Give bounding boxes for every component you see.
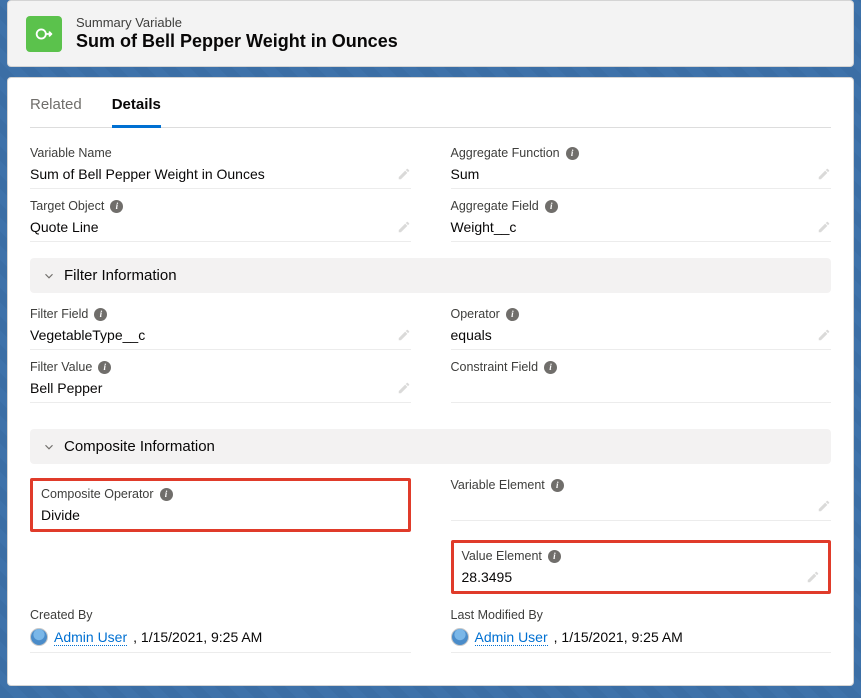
value-aggregate-field: Weight__c bbox=[451, 219, 517, 235]
record-header: Summary Variable Sum of Bell Pepper Weig… bbox=[7, 0, 854, 67]
record-type-label: Summary Variable bbox=[76, 15, 398, 30]
value-filter-value: Bell Pepper bbox=[30, 380, 102, 396]
info-icon[interactable]: i bbox=[548, 550, 561, 563]
info-icon[interactable]: i bbox=[544, 361, 557, 374]
label-constraint-field: Constraint Field bbox=[451, 360, 539, 374]
field-created-by: Created By Admin User , 1/15/2021, 9:25 A… bbox=[30, 608, 411, 653]
section-title-composite: Composite Information bbox=[64, 438, 215, 455]
pencil-icon[interactable] bbox=[397, 328, 411, 342]
pencil-icon[interactable] bbox=[397, 381, 411, 395]
pencil-icon[interactable] bbox=[817, 499, 831, 513]
avatar-icon bbox=[30, 628, 48, 646]
value-constraint-field bbox=[451, 380, 455, 396]
highlight-composite-operator: Composite Operator i Divide bbox=[30, 478, 411, 532]
field-operator: Operator i equals bbox=[451, 307, 832, 350]
label-variable-element: Variable Element bbox=[451, 478, 545, 492]
pencil-icon[interactable] bbox=[817, 328, 831, 342]
field-variable-name: Variable Name Sum of Bell Pepper Weight … bbox=[30, 146, 411, 189]
pencil-icon[interactable] bbox=[817, 167, 831, 181]
section-composite-information[interactable]: Composite Information bbox=[30, 429, 831, 464]
info-icon[interactable]: i bbox=[160, 488, 173, 501]
info-icon[interactable]: i bbox=[551, 479, 564, 492]
pencil-icon[interactable] bbox=[806, 570, 820, 584]
pencil-icon[interactable] bbox=[817, 220, 831, 234]
chevron-down-icon bbox=[42, 440, 56, 454]
pencil-icon[interactable] bbox=[397, 167, 411, 181]
info-icon[interactable]: i bbox=[566, 147, 579, 160]
label-filter-field: Filter Field bbox=[30, 307, 88, 321]
record-title: Sum of Bell Pepper Weight in Ounces bbox=[76, 31, 398, 52]
modified-by-date: , 1/15/2021, 9:25 AM bbox=[554, 629, 683, 645]
field-aggregate-field: Aggregate Field i Weight__c bbox=[451, 199, 832, 242]
tab-bar: Related Details bbox=[30, 78, 831, 128]
field-filter-field: Filter Field i VegetableType__c bbox=[30, 307, 411, 350]
value-aggregate-function: Sum bbox=[451, 166, 480, 182]
info-icon[interactable]: i bbox=[98, 361, 111, 374]
label-operator: Operator bbox=[451, 307, 500, 321]
field-value-element: Value Element i 28.3495 bbox=[462, 549, 821, 585]
value-operator: equals bbox=[451, 327, 492, 343]
created-by-date: , 1/15/2021, 9:25 AM bbox=[133, 629, 262, 645]
value-target-object: Quote Line bbox=[30, 219, 99, 235]
field-target-object: Target Object i Quote Line bbox=[30, 199, 411, 242]
label-aggregate-function: Aggregate Function bbox=[451, 146, 560, 160]
value-variable-element bbox=[451, 498, 455, 514]
info-icon[interactable]: i bbox=[94, 308, 107, 321]
field-composite-operator: Composite Operator i Divide bbox=[41, 487, 400, 523]
field-variable-element: Variable Element i bbox=[451, 478, 832, 521]
info-icon[interactable]: i bbox=[545, 200, 558, 213]
chevron-down-icon bbox=[42, 269, 56, 283]
created-by-user-link[interactable]: Admin User bbox=[54, 629, 127, 646]
label-last-modified-by: Last Modified By bbox=[451, 608, 543, 622]
field-filter-value: Filter Value i Bell Pepper bbox=[30, 360, 411, 403]
info-icon[interactable]: i bbox=[506, 308, 519, 321]
value-composite-operator: Divide bbox=[41, 507, 80, 523]
value-filter-field: VegetableType__c bbox=[30, 327, 145, 343]
label-aggregate-field: Aggregate Field bbox=[451, 199, 539, 213]
value-variable-name: Sum of Bell Pepper Weight in Ounces bbox=[30, 166, 265, 182]
label-value-element: Value Element bbox=[462, 549, 542, 563]
label-filter-value: Filter Value bbox=[30, 360, 92, 374]
tab-related[interactable]: Related bbox=[30, 96, 82, 127]
label-created-by: Created By bbox=[30, 608, 93, 622]
pencil-icon[interactable] bbox=[397, 220, 411, 234]
avatar-icon bbox=[451, 628, 469, 646]
label-composite-operator: Composite Operator bbox=[41, 487, 154, 501]
tab-details[interactable]: Details bbox=[112, 96, 161, 128]
field-constraint-field: Constraint Field i bbox=[451, 360, 832, 403]
details-card: Related Details Variable Name Sum of Bel… bbox=[7, 77, 854, 686]
field-last-modified-by: Last Modified By Admin User , 1/15/2021, … bbox=[451, 608, 832, 653]
section-filter-information[interactable]: Filter Information bbox=[30, 258, 831, 293]
modified-by-user-link[interactable]: Admin User bbox=[475, 629, 548, 646]
highlight-value-element: Value Element i 28.3495 bbox=[451, 540, 832, 594]
info-icon[interactable]: i bbox=[110, 200, 123, 213]
field-aggregate-function: Aggregate Function i Sum bbox=[451, 146, 832, 189]
section-title-filter: Filter Information bbox=[64, 267, 177, 284]
summary-variable-icon bbox=[26, 16, 62, 52]
value-value-element: 28.3495 bbox=[462, 569, 513, 585]
label-target-object: Target Object bbox=[30, 199, 104, 213]
label-variable-name: Variable Name bbox=[30, 146, 112, 160]
